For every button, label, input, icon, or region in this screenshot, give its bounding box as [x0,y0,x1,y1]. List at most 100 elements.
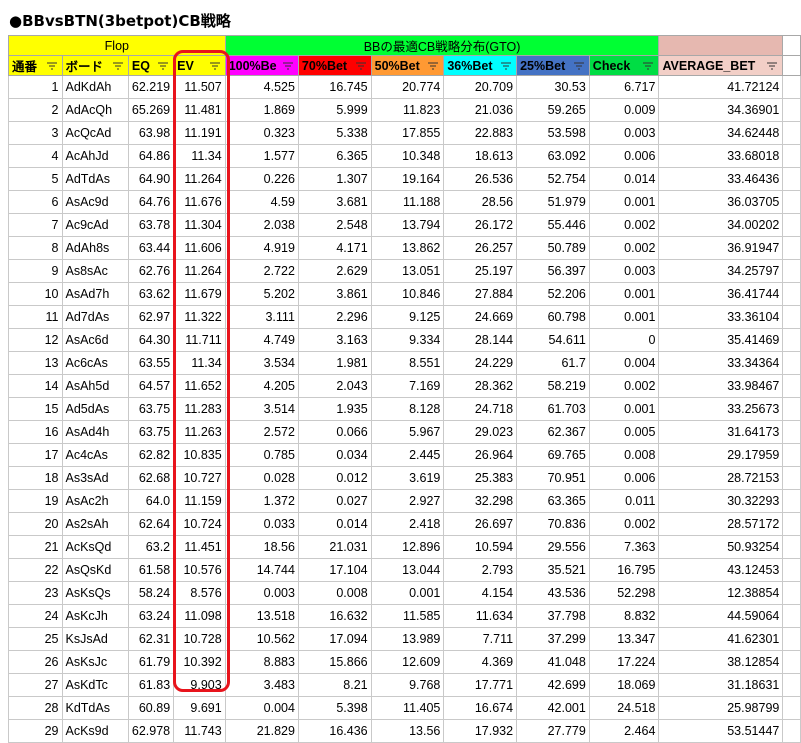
cell-board[interactable]: As2sAh [61,512,129,536]
cell-b100[interactable]: 2.572 [224,420,299,444]
cell-no[interactable]: 8 [8,236,63,260]
cell-b25[interactable]: 35.521 [516,558,590,582]
cell-b50[interactable]: 20.774 [370,75,445,99]
cell-b50[interactable]: 13.989 [370,627,445,651]
cell-b50[interactable]: 17.855 [370,121,445,145]
cell-avg[interactable]: 35.41469 [658,328,784,352]
cell-b25[interactable]: 43.536 [516,581,590,605]
cell-ev[interactable]: 11.652 [173,374,226,398]
cell-b100[interactable]: 0.004 [224,696,299,720]
filter-dropdown-icon[interactable] [45,59,59,73]
cell-b100[interactable]: 0.033 [224,512,299,536]
cell-b70[interactable]: 0.066 [297,420,372,444]
cell-b50[interactable]: 9.334 [370,328,445,352]
cell-b70[interactable]: 0.014 [297,512,372,536]
cell-b36[interactable]: 7.711 [443,627,518,651]
cell-b36[interactable]: 10.594 [443,535,518,559]
cell-check[interactable]: 0.003 [588,121,660,145]
cell-b50[interactable]: 11.188 [370,190,445,214]
cell-avg[interactable]: 33.25673 [658,397,784,421]
cell-b100[interactable]: 3.534 [224,351,299,375]
cell-b25[interactable]: 59.265 [516,98,590,122]
cell-board[interactable]: AdAh8s [61,236,129,260]
cell-no[interactable]: 27 [8,673,63,697]
cell-b36[interactable]: 22.883 [443,121,518,145]
cell-b36[interactable]: 26.172 [443,213,518,237]
cell-ev[interactable]: 10.728 [173,627,226,651]
filter-dropdown-icon[interactable] [281,59,295,73]
cell-board[interactable]: AcQcAd [61,121,129,145]
cell-no[interactable]: 29 [8,719,63,743]
cell-b50[interactable]: 12.896 [370,535,445,559]
cell-avg[interactable]: 36.03705 [658,190,784,214]
cell-ev[interactable]: 10.835 [173,443,226,467]
blank-cell[interactable] [782,535,801,559]
cell-avg[interactable]: 34.62448 [658,121,784,145]
cell-board[interactable]: AdKdAh [61,75,129,99]
cell-ev[interactable]: 11.264 [173,259,226,283]
cell-b25[interactable]: 52.206 [516,282,590,306]
cell-no[interactable]: 28 [8,696,63,720]
cell-ev[interactable]: 11.304 [173,213,226,237]
column-header-eq[interactable]: EQ [127,55,175,76]
cell-no[interactable]: 3 [8,121,63,145]
cell-b70[interactable]: 2.043 [297,374,372,398]
cell-no[interactable]: 25 [8,627,63,651]
cell-ev[interactable]: 11.263 [173,420,226,444]
cell-no[interactable]: 17 [8,443,63,467]
filter-dropdown-icon[interactable] [156,59,170,73]
cell-ev[interactable]: 9.691 [173,696,226,720]
cell-ev[interactable]: 11.322 [173,305,226,329]
cell-no[interactable]: 15 [8,397,63,421]
cell-b25[interactable]: 27.779 [516,719,590,743]
cell-ev[interactable]: 11.34 [173,144,226,168]
cell-avg[interactable]: 33.46436 [658,167,784,191]
cell-eq[interactable]: 64.30 [127,328,175,352]
cell-avg[interactable]: 29.17959 [658,443,784,467]
cell-b50[interactable]: 9.125 [370,305,445,329]
cell-avg[interactable]: 34.00202 [658,213,784,237]
cell-b100[interactable]: 4.205 [224,374,299,398]
cell-no[interactable]: 16 [8,420,63,444]
cell-b100[interactable]: 2.038 [224,213,299,237]
cell-no[interactable]: 20 [8,512,63,536]
cell-check[interactable]: 18.069 [588,673,660,697]
cell-check[interactable]: 0.006 [588,144,660,168]
cell-no[interactable]: 5 [8,167,63,191]
cell-avg[interactable]: 43.12453 [658,558,784,582]
cell-board[interactable]: As8sAc [61,259,129,283]
cell-b36[interactable]: 4.154 [443,581,518,605]
cell-avg[interactable]: 34.36901 [658,98,784,122]
cell-avg[interactable]: 53.51447 [658,719,784,743]
cell-no[interactable]: 26 [8,650,63,674]
cell-b50[interactable]: 19.164 [370,167,445,191]
cell-b25[interactable]: 30.53 [516,75,590,99]
cell-avg[interactable]: 31.18631 [658,673,784,697]
cell-b100[interactable]: 4.525 [224,75,299,99]
cell-board[interactable]: Ad5dAs [61,397,129,421]
cell-b25[interactable]: 50.789 [516,236,590,260]
cell-board[interactable]: KdTdAs [61,696,129,720]
cell-b50[interactable]: 5.967 [370,420,445,444]
cell-eq[interactable]: 63.2 [127,535,175,559]
cell-b25[interactable]: 69.765 [516,443,590,467]
cell-b50[interactable]: 11.585 [370,604,445,628]
cell-avg[interactable]: 33.68018 [658,144,784,168]
cell-check[interactable]: 8.832 [588,604,660,628]
cell-b70[interactable]: 5.338 [297,121,372,145]
cell-check[interactable]: 0.006 [588,466,660,490]
cell-b100[interactable]: 4.919 [224,236,299,260]
cell-b25[interactable]: 42.699 [516,673,590,697]
cell-b36[interactable]: 24.718 [443,397,518,421]
cell-b50[interactable]: 2.445 [370,443,445,467]
cell-b25[interactable]: 52.754 [516,167,590,191]
cell-eq[interactable]: 63.75 [127,397,175,421]
cell-check[interactable]: 0 [588,328,660,352]
cell-avg[interactable]: 36.91947 [658,236,784,260]
blank-cell[interactable] [782,351,801,375]
cell-board[interactable]: AsAh5d [61,374,129,398]
cell-ev[interactable]: 11.606 [173,236,226,260]
cell-b100[interactable]: 0.323 [224,121,299,145]
cell-b50[interactable]: 12.609 [370,650,445,674]
column-header-avg[interactable]: AVERAGE_BET [658,55,784,76]
